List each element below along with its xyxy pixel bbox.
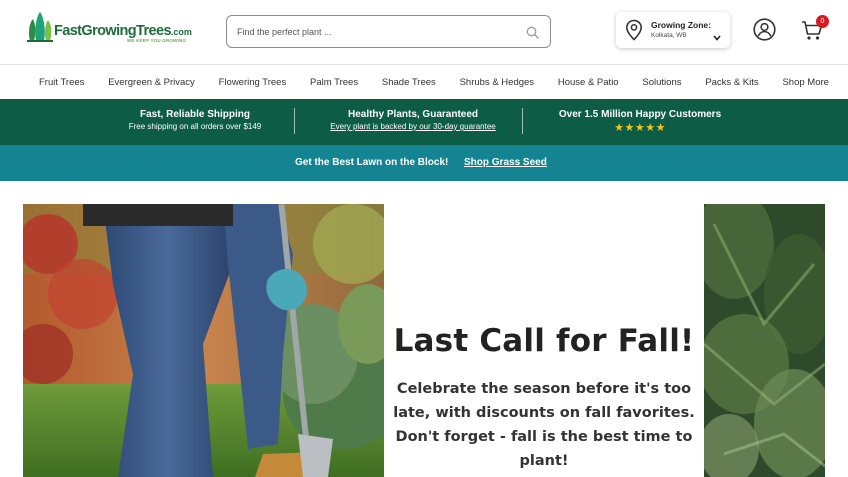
guarantee-link[interactable]: Every plant is backed by our 30-day guar… xyxy=(318,122,508,131)
shop-grass-seed-link[interactable]: Shop Grass Seed xyxy=(464,157,547,168)
star-icon: ★ xyxy=(645,121,656,134)
nav-item-shrubs-hedges[interactable]: Shrubs & Hedges xyxy=(460,77,534,88)
nav-item-packs-kits[interactable]: Packs & Kits xyxy=(705,77,758,88)
logo-tagline: WE KEEP YOU GROWING xyxy=(127,38,187,43)
main-nav: Fruit Trees Evergreen & Privacy Flowerin… xyxy=(0,64,848,99)
nav-item-flowering-trees[interactable]: Flowering Trees xyxy=(219,77,287,88)
chevron-down-icon xyxy=(713,26,721,45)
map-pin-icon xyxy=(625,19,643,45)
nav-item-palm-trees[interactable]: Palm Trees xyxy=(310,77,358,88)
nav-item-house-patio[interactable]: House & Patio xyxy=(558,77,619,88)
zone-title: Growing Zone: xyxy=(651,20,711,30)
benefit-title: Over 1.5 Million Happy Customers xyxy=(558,109,722,120)
account-icon[interactable] xyxy=(753,18,776,45)
zone-location: Kolkata, WB xyxy=(651,32,687,39)
hero-body-text: Celebrate the season before it's too lat… xyxy=(393,381,695,469)
nav-item-fruit-trees[interactable]: Fruit Trees xyxy=(39,77,84,88)
benefit-shipping: Fast, Reliable Shipping Free shipping on… xyxy=(100,99,290,145)
search-input[interactable] xyxy=(228,17,518,46)
star-icon: ★ xyxy=(614,121,625,134)
benefit-title: Healthy Plants, Guaranteed xyxy=(347,109,479,120)
hero-image-gardener[interactable] xyxy=(23,204,384,477)
search-box xyxy=(226,15,551,48)
site-header: FastGrowingTrees.com WE KEEP YOU GROWING… xyxy=(0,0,848,64)
hero-title: Last Call for Fall! xyxy=(393,323,695,359)
benefit-customers: Over 1.5 Million Happy Customers ★★★★★ xyxy=(535,99,745,145)
star-icon: ★ xyxy=(634,121,646,134)
divider xyxy=(294,108,295,134)
tree-logo-icon xyxy=(27,12,53,42)
benefit-guarantee: Healthy Plants, Guaranteed Every plant i… xyxy=(318,99,508,145)
nav-item-solutions[interactable]: Solutions xyxy=(642,77,681,88)
promo-bar: Get the Best Lawn on the Block! Shop Gra… xyxy=(0,145,848,181)
nav-item-evergreen-privacy[interactable]: Evergreen & Privacy xyxy=(108,77,195,88)
nav-item-shade-trees[interactable]: Shade Trees xyxy=(382,77,436,88)
growing-zone-selector[interactable]: Growing Zone: Kolkata, WB xyxy=(616,12,730,48)
hero-image-evergreen[interactable] xyxy=(704,204,825,477)
benefit-title: Fast, Reliable Shipping xyxy=(139,109,250,120)
cart-count-badge: 0 xyxy=(816,15,829,28)
star-icon: ★ xyxy=(624,121,635,134)
logo-suffix: .com xyxy=(170,27,192,37)
benefit-subtitle: Free shipping on all orders over $149 xyxy=(128,122,262,131)
search-icon[interactable] xyxy=(526,24,539,43)
logo-wordmark[interactable]: FastGrowingTrees.com xyxy=(54,23,192,39)
nav-item-shop-more[interactable]: Shop More xyxy=(782,77,828,88)
promo-text: Get the Best Lawn on the Block! xyxy=(295,157,449,168)
star-rating: ★★★★★ xyxy=(535,122,745,134)
divider xyxy=(522,108,523,134)
logo-name: FastGrowingTrees xyxy=(54,23,172,39)
benefits-bar: Fast, Reliable Shipping Free shipping on… xyxy=(0,99,848,145)
star-icon: ★ xyxy=(655,121,666,134)
cart-button[interactable]: 0 xyxy=(801,15,829,43)
